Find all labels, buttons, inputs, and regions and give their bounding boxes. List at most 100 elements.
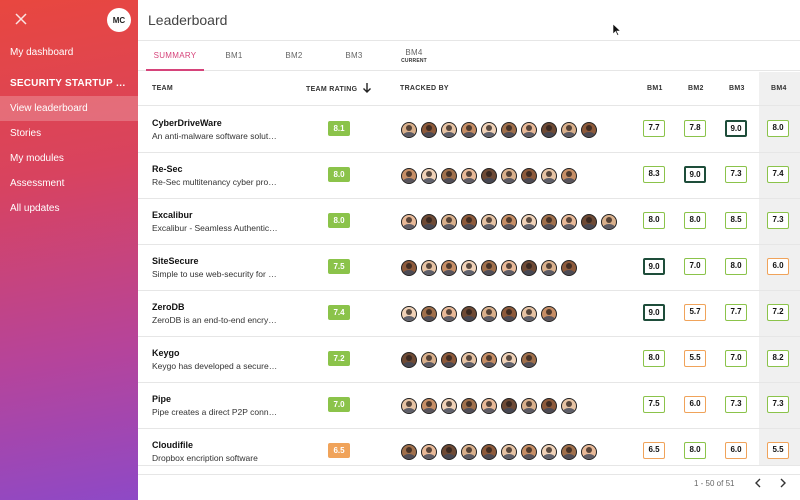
table-row[interactable]: CyberDriveWare An anti-malware software s…	[138, 107, 800, 153]
tracker-avatar[interactable]	[481, 168, 497, 184]
tracker-avatar[interactable]	[541, 214, 557, 230]
header-bm2[interactable]: BM2	[688, 85, 704, 92]
table-row[interactable]: Excalibur Excalibur - Seamless Authentica…	[138, 199, 800, 245]
tracker-avatar[interactable]	[521, 260, 537, 276]
tracker-avatar[interactable]	[481, 398, 497, 414]
tracker-avatar[interactable]	[521, 168, 537, 184]
sidebar-item-all-updates[interactable]: All updates	[0, 196, 138, 221]
tracker-avatar[interactable]	[441, 444, 457, 460]
tracker-avatar[interactable]	[401, 214, 417, 230]
team-name[interactable]: Excalibur	[152, 210, 193, 220]
tracker-avatar[interactable]	[441, 260, 457, 276]
tracker-avatar[interactable]	[441, 352, 457, 368]
tracker-avatar[interactable]	[401, 398, 417, 414]
tracker-avatar[interactable]	[481, 444, 497, 460]
tracker-avatar[interactable]	[541, 260, 557, 276]
sidebar-item-assessment[interactable]: Assessment	[0, 171, 138, 196]
tab-bm1[interactable]: BM1	[214, 41, 254, 71]
tracker-avatar[interactable]	[521, 352, 537, 368]
tracker-avatar[interactable]	[481, 260, 497, 276]
tracker-avatar[interactable]	[501, 306, 517, 322]
tracker-avatar[interactable]	[501, 352, 517, 368]
header-bm3[interactable]: BM3	[729, 85, 745, 92]
tracker-avatar[interactable]	[561, 398, 577, 414]
table-row[interactable]: Keygo Keygo has developed a secure login 7…	[138, 337, 800, 383]
tab-bm2[interactable]: BM2	[274, 41, 314, 71]
tracker-avatar[interactable]	[561, 214, 577, 230]
header-bm1[interactable]: BM1	[647, 85, 663, 92]
tracker-avatar[interactable]	[601, 214, 617, 230]
tracker-avatar[interactable]	[421, 306, 437, 322]
header-tracked-by[interactable]: TRACKED BY	[400, 85, 449, 92]
tracker-avatar[interactable]	[561, 444, 577, 460]
prev-page-icon[interactable]	[751, 476, 765, 490]
tracker-avatar[interactable]	[401, 122, 417, 138]
tracker-avatar[interactable]	[521, 306, 537, 322]
sidebar-item-my-dashboard[interactable]: My dashboard	[0, 40, 138, 65]
table-row[interactable]: ZeroDB ZeroDB is an end-to-end encrypted …	[138, 291, 800, 337]
tracker-avatar[interactable]	[501, 122, 517, 138]
sidebar-item-stories[interactable]: Stories	[0, 121, 138, 146]
tracker-avatar[interactable]	[461, 306, 477, 322]
team-name[interactable]: Re-Sec	[152, 164, 183, 174]
tab-summary[interactable]: SUMMARY	[146, 41, 204, 71]
tracker-avatar[interactable]	[521, 398, 537, 414]
sidebar-item-view-leaderboard[interactable]: View leaderboard	[0, 96, 138, 121]
table-row[interactable]: SiteSecure Simple to use web-security for…	[138, 245, 800, 291]
tracker-avatar[interactable]	[581, 444, 597, 460]
tracker-avatar[interactable]	[501, 214, 517, 230]
tracker-avatar[interactable]	[401, 352, 417, 368]
tracker-avatar[interactable]	[461, 168, 477, 184]
tracker-avatar[interactable]	[481, 214, 497, 230]
tracker-avatar[interactable]	[461, 444, 477, 460]
tracker-avatar[interactable]	[441, 398, 457, 414]
tab-bm4[interactable]: BM4 CURRENT	[394, 41, 434, 71]
tracker-avatar[interactable]	[561, 260, 577, 276]
team-name[interactable]: Cloudifile	[152, 440, 193, 450]
header-team-rating[interactable]: TEAM RATING	[306, 82, 372, 96]
tracker-avatar[interactable]	[421, 122, 437, 138]
table-row[interactable]: Re-Sec Re-Sec multitenancy cyber protecti…	[138, 153, 800, 199]
tracker-avatar[interactable]	[461, 260, 477, 276]
tracker-avatar[interactable]	[581, 214, 597, 230]
tracker-avatar[interactable]	[521, 122, 537, 138]
tracker-avatar[interactable]	[501, 444, 517, 460]
tracker-avatar[interactable]	[541, 168, 557, 184]
tracker-avatar[interactable]	[521, 214, 537, 230]
tracker-avatar[interactable]	[481, 352, 497, 368]
team-name[interactable]: Keygo	[152, 348, 180, 358]
tracker-avatar[interactable]	[461, 214, 477, 230]
tracker-avatar[interactable]	[401, 260, 417, 276]
tracker-avatar[interactable]	[421, 168, 437, 184]
tracker-avatar[interactable]	[441, 168, 457, 184]
tracker-avatar[interactable]	[401, 444, 417, 460]
tracker-avatar[interactable]	[541, 398, 557, 414]
tracker-avatar[interactable]	[561, 168, 577, 184]
tracker-avatar[interactable]	[541, 306, 557, 322]
tracker-avatar[interactable]	[541, 444, 557, 460]
tracker-avatar[interactable]	[421, 398, 437, 414]
tracker-avatar[interactable]	[581, 122, 597, 138]
tracker-avatar[interactable]	[421, 352, 437, 368]
team-name[interactable]: SiteSecure	[152, 256, 199, 266]
tracker-avatar[interactable]	[501, 260, 517, 276]
close-icon[interactable]	[12, 10, 30, 28]
team-name[interactable]: ZeroDB	[152, 302, 185, 312]
team-name[interactable]: CyberDriveWare	[152, 118, 222, 128]
header-bm4[interactable]: BM4	[771, 85, 787, 92]
sidebar-item-challenge[interactable]: SECURITY STARTUP CHALL...	[0, 71, 138, 96]
header-team[interactable]: TEAM	[152, 85, 173, 92]
tracker-avatar[interactable]	[481, 122, 497, 138]
tracker-avatar[interactable]	[521, 444, 537, 460]
sidebar-item-my-modules[interactable]: My modules	[0, 146, 138, 171]
team-name[interactable]: Pipe	[152, 394, 171, 404]
avatar[interactable]: MC	[107, 8, 131, 32]
tracker-avatar[interactable]	[461, 122, 477, 138]
next-page-icon[interactable]	[776, 476, 790, 490]
tab-bm3[interactable]: BM3	[334, 41, 374, 71]
tracker-avatar[interactable]	[481, 306, 497, 322]
tracker-avatar[interactable]	[541, 122, 557, 138]
tracker-avatar[interactable]	[401, 168, 417, 184]
tracker-avatar[interactable]	[501, 398, 517, 414]
tracker-avatar[interactable]	[441, 122, 457, 138]
